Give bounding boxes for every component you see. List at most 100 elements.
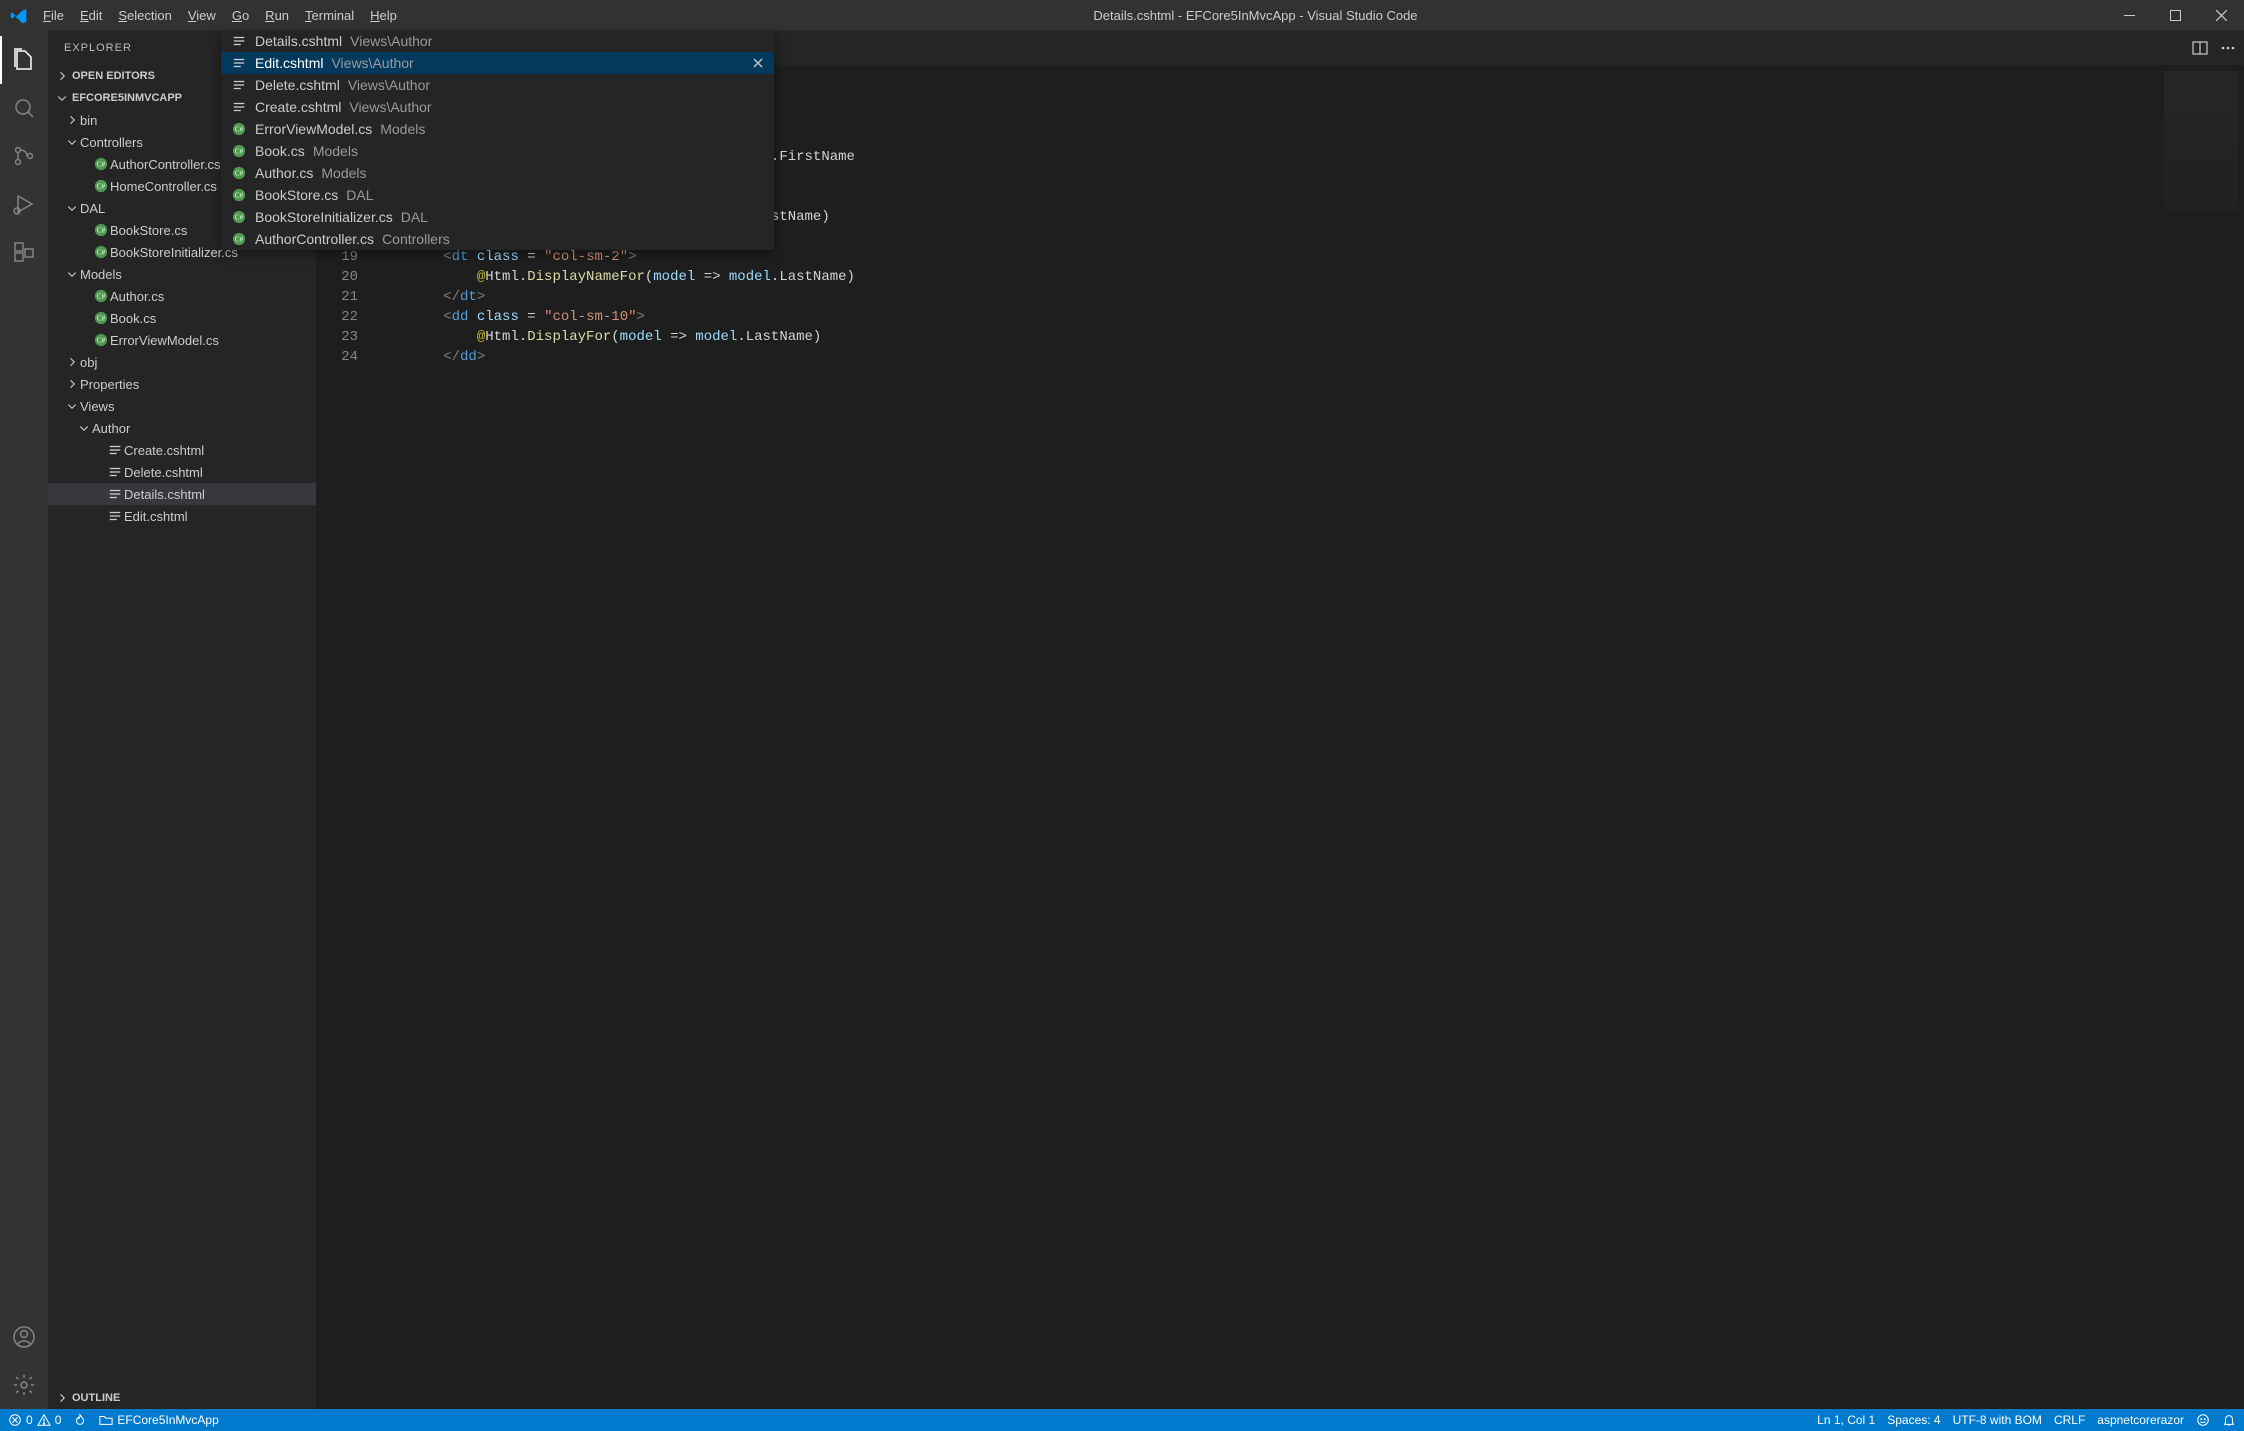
quick-open-item[interactable]: C#BookStoreInitializer.csDAL [221, 206, 774, 228]
status-folder[interactable]: EFCore5InMvcApp [99, 1413, 218, 1427]
quick-open-item[interactable]: Create.cshtmlViews\Author [221, 96, 774, 118]
status-problems[interactable]: 0 0 [8, 1413, 61, 1427]
status-bar: 0 0 EFCore5InMvcApp Ln 1, Col 1 Spaces: … [0, 1409, 2244, 1431]
quick-open-item[interactable]: Delete.cshtmlViews\Author [221, 74, 774, 96]
status-notifications-icon[interactable] [2222, 1413, 2236, 1427]
activity-account-icon[interactable] [0, 1313, 48, 1361]
quick-open-item[interactable]: Details.cshtmlViews\Author [221, 30, 774, 52]
quick-open-item[interactable]: C#Book.csModels [221, 140, 774, 162]
menu-selection[interactable]: Selection [110, 8, 179, 23]
status-ports[interactable] [73, 1413, 87, 1427]
quick-open-dropdown[interactable]: Details.cshtmlViews\AuthorEdit.cshtmlVie… [221, 30, 774, 250]
csharp-file-icon: C# [231, 188, 247, 202]
cshtml-file-icon [231, 56, 247, 70]
activity-search-icon[interactable] [0, 84, 48, 132]
status-language[interactable]: aspnetcorerazor [2097, 1413, 2184, 1427]
line-number: 24 [316, 349, 376, 369]
menu-help[interactable]: Help [362, 8, 405, 23]
menu-run[interactable]: Run [257, 8, 297, 23]
window-maximize-button[interactable] [2152, 0, 2198, 30]
csharp-file-icon: C# [92, 333, 110, 347]
svg-text:C#: C# [97, 293, 106, 301]
tree-file[interactable]: C#Book.cs [48, 307, 316, 329]
quick-open-item-desc: Views\Author [350, 33, 432, 49]
activity-run-debug-icon[interactable] [0, 180, 48, 228]
quick-open-item-name: BookStoreInitializer.cs [255, 209, 393, 225]
window-minimize-button[interactable] [2106, 0, 2152, 30]
tree-file[interactable]: Edit.cshtml [48, 505, 316, 527]
window-close-button[interactable] [2198, 0, 2244, 30]
split-editor-icon[interactable] [2192, 40, 2208, 56]
activity-source-control-icon[interactable] [0, 132, 48, 180]
code-line[interactable]: <dt class = "col-sm-2"> [376, 249, 2158, 269]
quick-open-item[interactable]: C#ErrorViewModel.csModels [221, 118, 774, 140]
close-icon[interactable] [752, 57, 764, 69]
quick-open-item[interactable]: C#BookStore.csDAL [221, 184, 774, 206]
window-title: Details.cshtml - EFCore5InMvcApp - Visua… [405, 8, 2106, 23]
sidebar-section-outline[interactable]: OUTLINE [48, 1387, 316, 1409]
activity-settings-icon[interactable] [0, 1361, 48, 1409]
status-eol[interactable]: CRLF [2054, 1413, 2085, 1427]
tree-file[interactable]: Delete.cshtml [48, 461, 316, 483]
chevron-down-icon [76, 422, 92, 434]
quick-open-item[interactable]: C#Author.csModels [221, 162, 774, 184]
activity-bar [0, 30, 48, 1409]
svg-text:C#: C# [97, 337, 106, 345]
activity-explorer-icon[interactable] [0, 36, 48, 84]
menu-terminal[interactable]: Terminal [297, 8, 362, 23]
quick-open-item-name: Create.cshtml [255, 99, 341, 115]
csharp-file-icon: C# [92, 157, 110, 171]
quick-open-item[interactable]: C#AuthorController.csControllers [221, 228, 774, 250]
tree-item-label: BookStoreInitializer.cs [110, 245, 238, 260]
status-indent[interactable]: Spaces: 4 [1887, 1413, 1940, 1427]
tree-item-label: Create.cshtml [124, 443, 204, 458]
quick-open-item-desc: Views\Author [348, 77, 430, 93]
tree-folder[interactable]: Models [48, 263, 316, 285]
quick-open-item-desc: DAL [346, 187, 373, 203]
tree-folder[interactable]: Properties [48, 373, 316, 395]
code-content[interactable]: <h4>Author</h4> <hr /> <dl class="row"> … [376, 65, 2158, 1409]
tree-item-label: BookStore.cs [110, 223, 187, 238]
status-encoding[interactable]: UTF-8 with BOM [1953, 1413, 2042, 1427]
code-line[interactable]: @Html.DisplayNameFor(model => model.Last… [376, 269, 2158, 289]
tree-item-label: Controllers [80, 135, 143, 150]
status-error-count: 0 [26, 1413, 33, 1427]
minimap[interactable] [2158, 65, 2244, 1409]
tree-folder[interactable]: obj [48, 351, 316, 373]
tree-file[interactable]: Create.cshtml [48, 439, 316, 461]
quick-open-item-name: Author.cs [255, 165, 313, 181]
menu-view[interactable]: View [180, 8, 224, 23]
activity-extensions-icon[interactable] [0, 228, 48, 276]
tree-file[interactable]: Details.cshtml [48, 483, 316, 505]
menu-edit[interactable]: Edit [72, 8, 110, 23]
menu-file[interactable]: File [35, 8, 72, 23]
tree-item-label: Details.cshtml [124, 487, 205, 502]
csharp-file-icon: C# [92, 289, 110, 303]
svg-text:C#: C# [235, 236, 244, 244]
status-cursor[interactable]: Ln 1, Col 1 [1817, 1413, 1875, 1427]
svg-text:C#: C# [235, 170, 244, 178]
code-line[interactable]: </dt> [376, 289, 2158, 309]
tree-folder[interactable]: Author [48, 417, 316, 439]
csharp-file-icon: C# [231, 122, 247, 136]
quick-open-item-name: AuthorController.cs [255, 231, 374, 247]
code-line[interactable]: </dd> [376, 349, 2158, 369]
editor-body[interactable]: 101112131415161718192021222324 <h4>Autho… [316, 65, 2244, 1409]
code-line[interactable]: <dd class = "col-sm-10"> [376, 309, 2158, 329]
tree-file[interactable]: C#Author.cs [48, 285, 316, 307]
tree-item-label: Views [80, 399, 114, 414]
more-actions-icon[interactable] [2220, 40, 2236, 56]
cshtml-file-icon [231, 34, 247, 48]
code-line[interactable]: @Html.DisplayFor(model => model.LastName… [376, 329, 2158, 349]
status-feedback-icon[interactable] [2196, 1413, 2210, 1427]
svg-text:C#: C# [235, 148, 244, 156]
csharp-file-icon: C# [231, 210, 247, 224]
menu-go[interactable]: Go [224, 8, 257, 23]
quick-open-item[interactable]: Edit.cshtmlViews\Author [221, 52, 774, 74]
file-tree[interactable]: binControllersC#AuthorController.csC#Hom… [48, 109, 316, 1387]
chevron-right-icon [56, 70, 68, 82]
quick-open-item-desc: Models [380, 121, 425, 137]
tree-file[interactable]: C#ErrorViewModel.cs [48, 329, 316, 351]
tree-folder[interactable]: Views [48, 395, 316, 417]
line-number-gutter: 101112131415161718192021222324 [316, 65, 376, 1409]
